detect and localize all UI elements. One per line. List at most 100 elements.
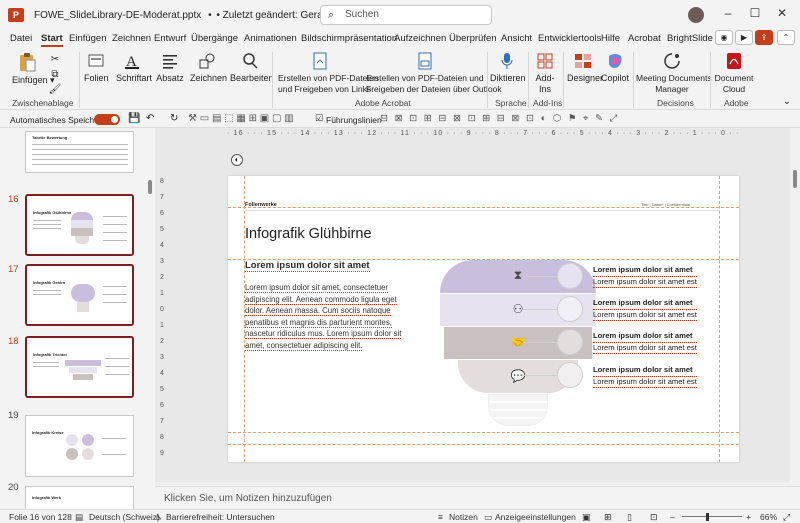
dictate-button[interactable]: Diktieren bbox=[490, 52, 526, 84]
format-painter-icon[interactable]: 🖌 bbox=[48, 84, 62, 95]
slide-sorter-icon[interactable]: ⊞ bbox=[604, 512, 612, 523]
spellcheck-icon[interactable]: ▤ bbox=[75, 512, 83, 523]
slide-thumbnail-17[interactable]: Infografik Gehirn bbox=[25, 264, 134, 326]
menu-animationen[interactable]: Animationen bbox=[244, 33, 297, 44]
notes-toggle[interactable]: Notizen bbox=[449, 512, 478, 522]
slide-thumbnail-18[interactable]: Infografik Trichter bbox=[25, 336, 134, 398]
copy-icon[interactable]: ⧉ bbox=[48, 69, 62, 80]
accessibility-status[interactable]: Barrierefreiheit: Untersuchen bbox=[166, 512, 275, 522]
ruler-tick-label: 1 bbox=[160, 322, 164, 329]
align-tools-icon[interactable]: ⊟ ⊠ ⊡ ⊞ ⊟ ⊠ ⊡ ⊞ ⊟ ⊠ ⊡ ◐ ⬡ ⚑ ⌖ ✎ ⤢ bbox=[380, 113, 619, 124]
share-button[interactable]: ⇪ bbox=[755, 30, 773, 45]
copilot-button[interactable]: Copilot bbox=[600, 52, 630, 84]
slide-thumbnail-16[interactable]: Infografik Glühbirne bbox=[25, 194, 134, 256]
item-label-1[interactable]: Lorem ipsum dolor sit amet Lorem ipsum do… bbox=[593, 265, 697, 288]
menu-acrobat[interactable]: Acrobat bbox=[628, 33, 661, 44]
guide-line bbox=[228, 444, 739, 445]
menu-bildschirmpraesentation[interactable]: Bildschirmpräsentation bbox=[301, 33, 397, 44]
undo-icon[interactable]: ↶ bbox=[146, 113, 154, 124]
redo-icon[interactable]: ↻ bbox=[170, 113, 178, 124]
zoom-level[interactable]: 66% bbox=[760, 512, 777, 522]
font-button[interactable]: A Schriftart bbox=[116, 52, 152, 84]
ribbon-options-button[interactable]: ⌃ bbox=[777, 30, 795, 45]
slide-canvas[interactable]: Folienwerke Titel | Datum | Confidential… bbox=[228, 176, 739, 462]
slide-body-text[interactable]: Lorem ipsum dolor sit amet, consectetuer… bbox=[245, 282, 405, 352]
slides-button[interactable]: Folien bbox=[84, 52, 109, 84]
find-icon bbox=[243, 53, 258, 69]
slide-thumbnail-15[interactable]: Tabelle Bewertung bbox=[25, 131, 134, 173]
item-label-3[interactable]: Lorem ipsum dolor sit amet Lorem ipsum do… bbox=[593, 331, 697, 354]
display-settings-button[interactable]: Anzeigeeinstellungen bbox=[495, 512, 576, 522]
connector-line bbox=[523, 342, 557, 343]
avatar[interactable] bbox=[688, 7, 704, 23]
zoom-slider-thumb[interactable] bbox=[706, 513, 709, 521]
save-icon[interactable]: 💾 bbox=[128, 113, 140, 124]
zoom-slider[interactable] bbox=[682, 516, 742, 517]
zoom-in-button[interactable]: + bbox=[746, 512, 751, 522]
search-box[interactable]: ⌕ Suchen bbox=[320, 5, 492, 25]
paragraph-button[interactable]: Absatz bbox=[156, 52, 184, 84]
decisions-group-label: Decisions bbox=[657, 98, 694, 108]
document-title[interactable]: FOWE_SlideLibrary-DE-Moderat.pptx • • Zu… bbox=[34, 10, 359, 21]
meeting-documents-button[interactable]: Meeting Documents Manager bbox=[636, 52, 712, 95]
addins-grid-icon bbox=[537, 53, 553, 69]
speech-group-label: Sprache bbox=[495, 98, 527, 108]
thumbnail-scrollbar[interactable] bbox=[146, 128, 154, 509]
editing-button[interactable]: Bearbeiten bbox=[230, 52, 274, 84]
menu-ueberpruefen[interactable]: Überprüfen bbox=[449, 33, 497, 44]
record-button[interactable]: ◉ bbox=[715, 30, 733, 45]
slide-number: 18 bbox=[8, 336, 19, 347]
item-label-4[interactable]: Lorem ipsum dolor sit amet Lorem ipsum do… bbox=[593, 365, 697, 388]
editor-scrollbar[interactable] bbox=[790, 128, 800, 482]
slide-subtitle[interactable]: Lorem ipsum dolor sit amet bbox=[245, 260, 370, 272]
close-button[interactable]: ✕ bbox=[772, 6, 792, 20]
paste-button[interactable]: Einfügen ▾ bbox=[12, 52, 55, 86]
present-button[interactable]: ▶ bbox=[735, 30, 753, 45]
item-circle bbox=[557, 362, 583, 388]
slide-thumbnail-20[interactable]: Infografik Werk bbox=[25, 486, 134, 510]
collapse-ribbon-icon[interactable]: ⌄ bbox=[780, 96, 794, 107]
maximize-button[interactable]: ☐ bbox=[745, 6, 765, 20]
guides-label: Führungslinien bbox=[326, 115, 382, 125]
toolbar-tools-icon[interactable]: ⚒ ▭ ▤ ⬚ ▦ ⊞ ▣ ▢ ▥ bbox=[188, 113, 294, 124]
zoom-out-button[interactable]: – bbox=[670, 512, 675, 522]
acrobat-group-label: Adobe Acrobat bbox=[355, 98, 411, 108]
guides-checkbox-icon[interactable]: ☑ bbox=[315, 113, 323, 124]
menu-aufzeichnen[interactable]: Aufzeichnen bbox=[394, 33, 446, 44]
notes-pane[interactable]: Klicken Sie, um Notizen hinzuzufügen bbox=[155, 486, 800, 509]
slide-thumbnail-19[interactable]: Infografik Kreise bbox=[25, 415, 134, 477]
cut-icon[interactable]: ✂ bbox=[48, 54, 62, 65]
pdf-share-link-button[interactable]: Erstellen von PDF-Dateien und Freigeben v… bbox=[278, 52, 379, 95]
ruler-tick-label: 4 bbox=[160, 370, 164, 377]
ruler-tick-label: 5 bbox=[160, 226, 164, 233]
normal-view-icon[interactable]: ▣ bbox=[582, 512, 591, 523]
item-label-2[interactable]: Lorem ipsum dolor sit amet Lorem ipsum do… bbox=[593, 298, 697, 321]
pdf-outlook-button[interactable]: Erstellen von PDF-Dateien und Freigeben d… bbox=[366, 52, 502, 95]
fit-to-window-icon[interactable]: ⤢ bbox=[783, 512, 790, 523]
autosave-label: Automatisches Speichern bbox=[10, 115, 107, 125]
autosave-toggle[interactable] bbox=[94, 114, 120, 125]
connector-line bbox=[523, 375, 557, 376]
clipboard-group-label: Zwischenablage bbox=[12, 98, 74, 108]
language-status[interactable]: Deutsch (Schweiz) bbox=[89, 512, 160, 522]
designer-suggestion-icon[interactable]: ◐ bbox=[231, 154, 243, 166]
document-cloud-button[interactable]: Document Cloud bbox=[713, 52, 755, 95]
menu-entwurf[interactable]: Entwurf bbox=[154, 33, 186, 44]
pdf-link-icon bbox=[313, 52, 327, 70]
menu-datei[interactable]: Datei bbox=[10, 33, 32, 44]
menu-entwicklertools[interactable]: Entwicklertools bbox=[538, 33, 601, 44]
reading-view-icon[interactable]: ▯ bbox=[627, 512, 632, 523]
addins-button[interactable]: Add- Ins bbox=[533, 52, 557, 95]
menu-zeichnen[interactable]: Zeichnen bbox=[112, 33, 151, 44]
menu-start[interactable]: Start bbox=[41, 33, 63, 47]
menu-uebergaenge[interactable]: Übergänge bbox=[191, 33, 238, 44]
slide-title[interactable]: Infografik Glühbirne bbox=[245, 226, 372, 242]
minimize-button[interactable]: – bbox=[718, 6, 738, 20]
menu-ansicht[interactable]: Ansicht bbox=[501, 33, 532, 44]
designer-button[interactable]: Designer bbox=[567, 52, 603, 84]
menu-einfuegen[interactable]: Einfügen bbox=[69, 33, 107, 44]
menu-hilfe[interactable]: Hilfe bbox=[601, 33, 620, 44]
menu-brightslide[interactable]: BrightSlide bbox=[667, 33, 713, 44]
drawing-button[interactable]: Zeichnen bbox=[190, 52, 227, 84]
slideshow-view-icon[interactable]: ⊡ bbox=[650, 512, 658, 523]
